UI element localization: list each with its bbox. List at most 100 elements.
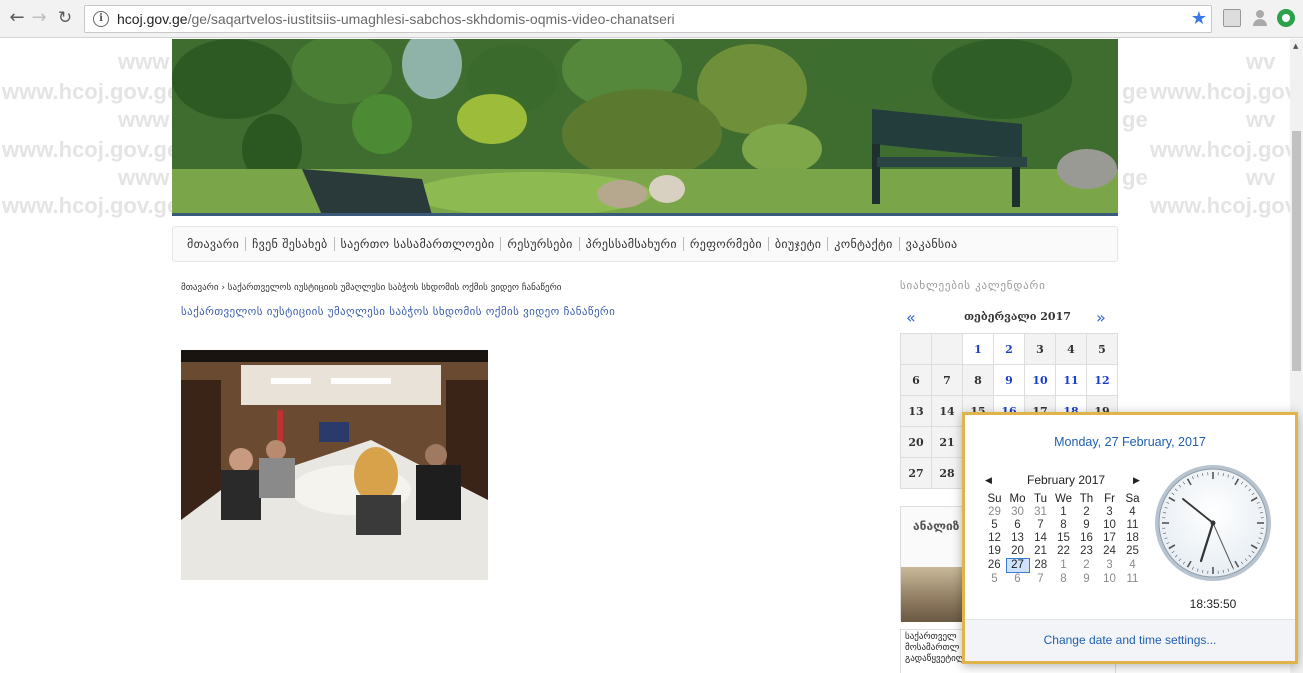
popup-day[interactable]: 4 [1121,506,1144,519]
popup-day[interactable]: 7 [1029,519,1052,532]
menu-item-vacancy[interactable]: ვაკანსია [900,237,964,251]
weekday-label: Tu [1034,493,1047,505]
popup-month-label[interactable]: February 2017 [1027,473,1105,487]
scroll-up-arrow-icon[interactable]: ▲ [1293,42,1298,50]
popup-day[interactable]: 10 [1098,519,1121,532]
calendar-day: 6 [900,364,932,396]
calendar-prev-button[interactable]: « [906,308,916,327]
change-date-time-settings-link[interactable]: Change date and time settings... [965,633,1295,647]
watermark: wv [1246,107,1276,132]
popup-day[interactable]: 25 [1121,545,1144,559]
popup-day[interactable]: 8 [1052,519,1075,532]
popup-day[interactable]: 14 [1029,532,1052,545]
watermark: www.hcoj.gov.ge [2,79,180,104]
popup-day[interactable]: 23 [1075,545,1098,559]
menu-item-home[interactable]: მთავარი [181,237,245,251]
popup-day[interactable]: 6 [1006,519,1029,532]
popup-day[interactable]: 11 [1121,519,1144,532]
scrollbar-thumb[interactable] [1292,131,1301,371]
watermark: www.hcoj.gov.ge [2,193,180,218]
popup-day[interactable]: 16 [1075,532,1098,545]
article-photo[interactable] [181,350,488,580]
popup-day[interactable]: 28 [1029,559,1052,573]
popup-day[interactable]: 24 [1098,545,1121,559]
popup-day[interactable]: 21 [1029,545,1052,559]
weekday-label: Fr [1104,493,1115,505]
reload-icon[interactable]: ↻ [54,7,76,29]
popup-day[interactable]: 4 [1121,559,1144,573]
calendar-day: 3 [1024,333,1056,365]
popup-day[interactable]: 22 [1052,545,1075,559]
profile-icon[interactable] [1251,9,1269,27]
watermark: www [118,165,170,190]
popup-day[interactable]: 31 [1029,506,1052,519]
popup-day[interactable]: 9 [1075,519,1098,532]
popup-day[interactable]: 5 [983,519,1006,532]
popup-day[interactable]: 2 [1075,559,1098,573]
popup-full-date[interactable]: Monday, 27 February, 2017 [965,435,1295,449]
calendar-day[interactable]: 10 [1024,364,1056,396]
popup-day[interactable]: 9 [1075,573,1098,587]
popup-day[interactable]: 26 [983,559,1006,573]
weekday-label: Sa [1125,493,1140,505]
calendar-month-label: თებერვალი 2017 [964,310,1071,323]
menu-item-resources[interactable]: რესურსები [501,237,578,251]
menu-item-press[interactable]: პრესსამსახური [580,237,683,251]
extension-green-icon[interactable] [1277,9,1295,27]
popup-day[interactable]: 6 [1006,573,1029,587]
popup-day[interactable]: 12 [983,532,1006,545]
popup-day[interactable]: 15 [1052,532,1075,545]
menu-item-reforms[interactable]: რეფორმები [684,237,768,251]
popup-day[interactable]: 20 [1006,545,1029,559]
watermark: www [118,49,170,74]
menu-item-contact[interactable]: კონტაქტი [828,237,898,251]
watermark: www.hcoj.gov.ge [1150,137,1290,162]
bookmark-star-icon[interactable]: ★ [1191,8,1207,29]
calendar-day[interactable]: 11 [1055,364,1087,396]
popup-footer: Change date and time settings... [965,620,1295,661]
popup-day[interactable]: 3 [1098,559,1121,573]
watermark: www.hcoj.gov.ge [2,137,180,162]
menu-item-budget[interactable]: ბიუჯეტი [769,237,827,251]
calendar-day[interactable]: 2 [993,333,1025,365]
weekday-label: We [1054,493,1073,505]
forward-icon[interactable]: → [28,7,50,29]
back-icon[interactable]: ← [6,7,28,29]
popup-day[interactable]: 8 [1052,573,1075,587]
popup-day-selected[interactable]: 27 [1005,558,1030,573]
info-icon[interactable]: i [93,11,109,27]
extension-cast-icon[interactable] [1223,9,1241,27]
url-text[interactable]: hcoj.gov.ge/ge/saqartvelos-iustitsiis-um… [117,11,675,27]
calendar-day[interactable]: 12 [1086,364,1118,396]
popup-day[interactable]: 1 [1052,506,1075,519]
menu-item-about[interactable]: ჩვენ შესახებ [246,237,333,251]
popup-day[interactable]: 18 [1121,532,1144,545]
address-bar[interactable]: i hcoj.gov.ge/ge/saqartvelos-iustitsiis-… [84,5,1212,33]
popup-next-month-icon[interactable]: ▶ [1133,475,1140,486]
calendar-next-button[interactable]: » [1096,308,1106,327]
menu-item-courts[interactable]: საერთო სასამართლოები [335,237,501,251]
popup-day[interactable]: 30 [1006,506,1029,519]
popup-day[interactable]: 29 [983,506,1006,519]
calendar-day[interactable]: 9 [993,364,1025,396]
popup-day[interactable]: 11 [1121,573,1144,587]
analysis-box-title: ანალიზ [913,519,960,533]
popup-day[interactable]: 1 [1052,559,1075,573]
calendar-day[interactable]: 1 [962,333,994,365]
popup-day[interactable]: 13 [1006,532,1029,545]
popup-day[interactable]: 7 [1029,573,1052,587]
popup-day[interactable]: 3 [1098,506,1121,519]
popup-day[interactable]: 19 [983,545,1006,559]
watermark: wv [1246,165,1276,190]
popup-day[interactable]: 10 [1098,573,1121,587]
calendar-day: 14 [931,395,963,427]
popup-day[interactable]: 5 [983,573,1006,587]
popup-time: 18:35:50 [1189,597,1237,611]
page-title: საქართველოს იუსტიციის უმაღლესი საბჭოს სხ… [181,305,616,318]
popup-prev-month-icon[interactable]: ◀ [985,475,992,486]
popup-day[interactable]: 17 [1098,532,1121,545]
watermark: ge [1122,79,1148,104]
popup-day[interactable]: 2 [1075,506,1098,519]
breadcrumb[interactable]: მთავარი › საქართველოს იუსტიციის უმაღლესი… [181,283,561,293]
calendar-day: 21 [931,426,963,458]
